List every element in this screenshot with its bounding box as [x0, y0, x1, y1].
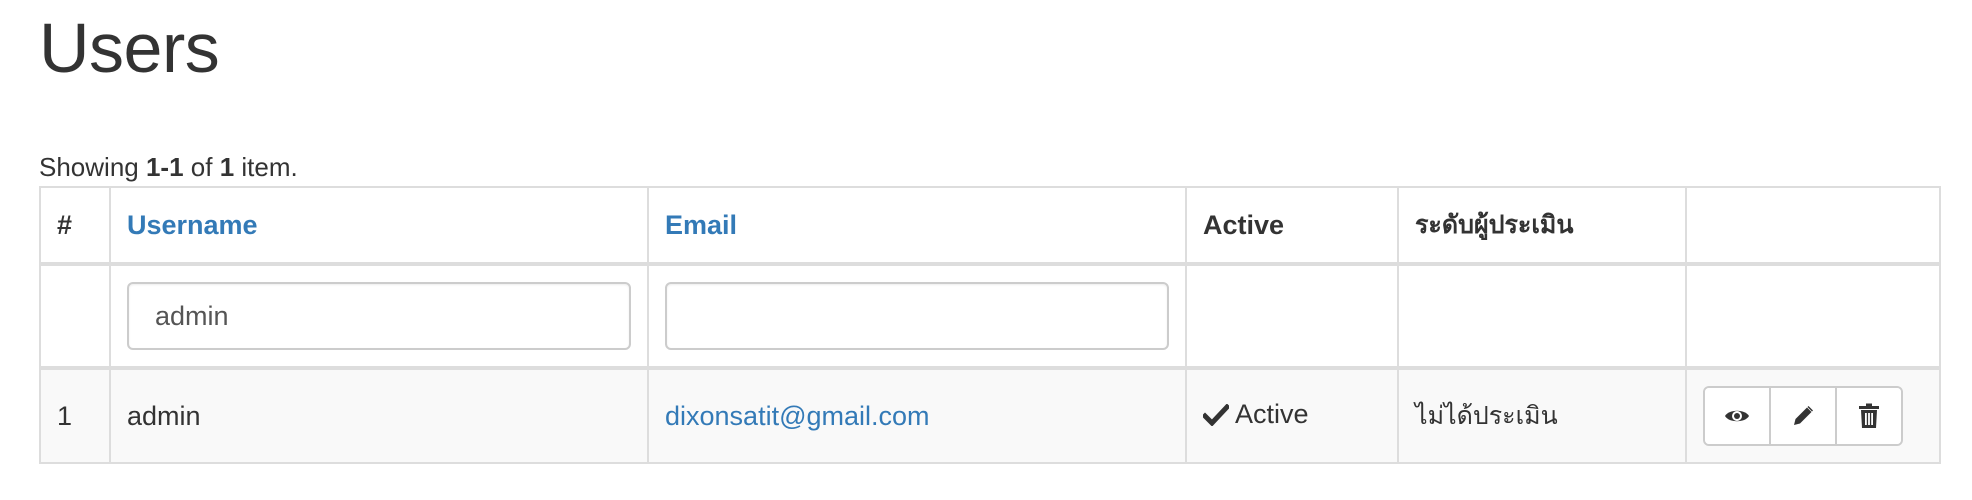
- check-icon: [1201, 402, 1231, 433]
- trash-icon: [1858, 403, 1880, 429]
- summary-total: 1: [219, 152, 235, 182]
- eye-icon: [1724, 407, 1750, 425]
- row-actions-cell: [1685, 367, 1941, 464]
- view-button[interactable]: [1705, 388, 1771, 444]
- table-row: 1 admin dixonsatit@gmail.com Active ไม่ไ…: [39, 367, 1941, 464]
- row-level-label: ไม่ได้ประเมิน: [1415, 401, 1558, 430]
- grid-summary: Showing 1-1 of 1 item.: [39, 150, 298, 184]
- filter-username-cell: [109, 263, 649, 370]
- filter-actions-cell: [1685, 263, 1941, 370]
- filter-email-cell: [647, 263, 1187, 370]
- page-title: Users: [39, 9, 220, 87]
- row-email-link[interactable]: dixonsatit@gmail.com: [665, 401, 930, 431]
- filter-level-cell: [1397, 263, 1687, 370]
- summary-suffix: item.: [234, 152, 298, 182]
- summary-prefix: Showing: [39, 152, 146, 182]
- row-email-cell: dixonsatit@gmail.com: [647, 367, 1187, 464]
- summary-range: 1-1: [145, 152, 184, 182]
- row-level-cell: ไม่ได้ประเมิน: [1397, 367, 1687, 464]
- email-filter-input[interactable]: [665, 282, 1169, 350]
- table-header-row: # Username Email Active ระดับผู้ประเมิน: [39, 186, 1941, 266]
- sort-email-link[interactable]: Email: [665, 210, 737, 240]
- filter-active-cell: [1185, 263, 1399, 370]
- header-num: #: [39, 186, 111, 266]
- row-action-buttons: [1703, 386, 1903, 446]
- username-filter-input[interactable]: [127, 282, 631, 350]
- edit-button[interactable]: [1771, 388, 1837, 444]
- row-active-cell: Active: [1185, 367, 1399, 464]
- header-email: Email: [647, 186, 1187, 266]
- header-level: ระดับผู้ประเมิน: [1397, 186, 1687, 266]
- filter-num-cell: [39, 263, 111, 370]
- header-active: Active: [1185, 186, 1399, 266]
- pencil-icon: [1791, 404, 1815, 428]
- users-table: # Username Email Active ระดับผู้ประเมิน: [39, 186, 1941, 464]
- row-num: 1: [39, 367, 111, 464]
- header-username: Username: [109, 186, 649, 266]
- row-active-label: Active: [1235, 399, 1309, 429]
- row-username: admin: [109, 367, 649, 464]
- summary-middle: of: [183, 152, 220, 182]
- sort-username-link[interactable]: Username: [127, 210, 258, 240]
- header-actions: [1685, 186, 1941, 266]
- header-level-label: ระดับผู้ประเมิน: [1415, 210, 1574, 239]
- delete-button[interactable]: [1837, 388, 1901, 444]
- filter-row: [39, 263, 1941, 370]
